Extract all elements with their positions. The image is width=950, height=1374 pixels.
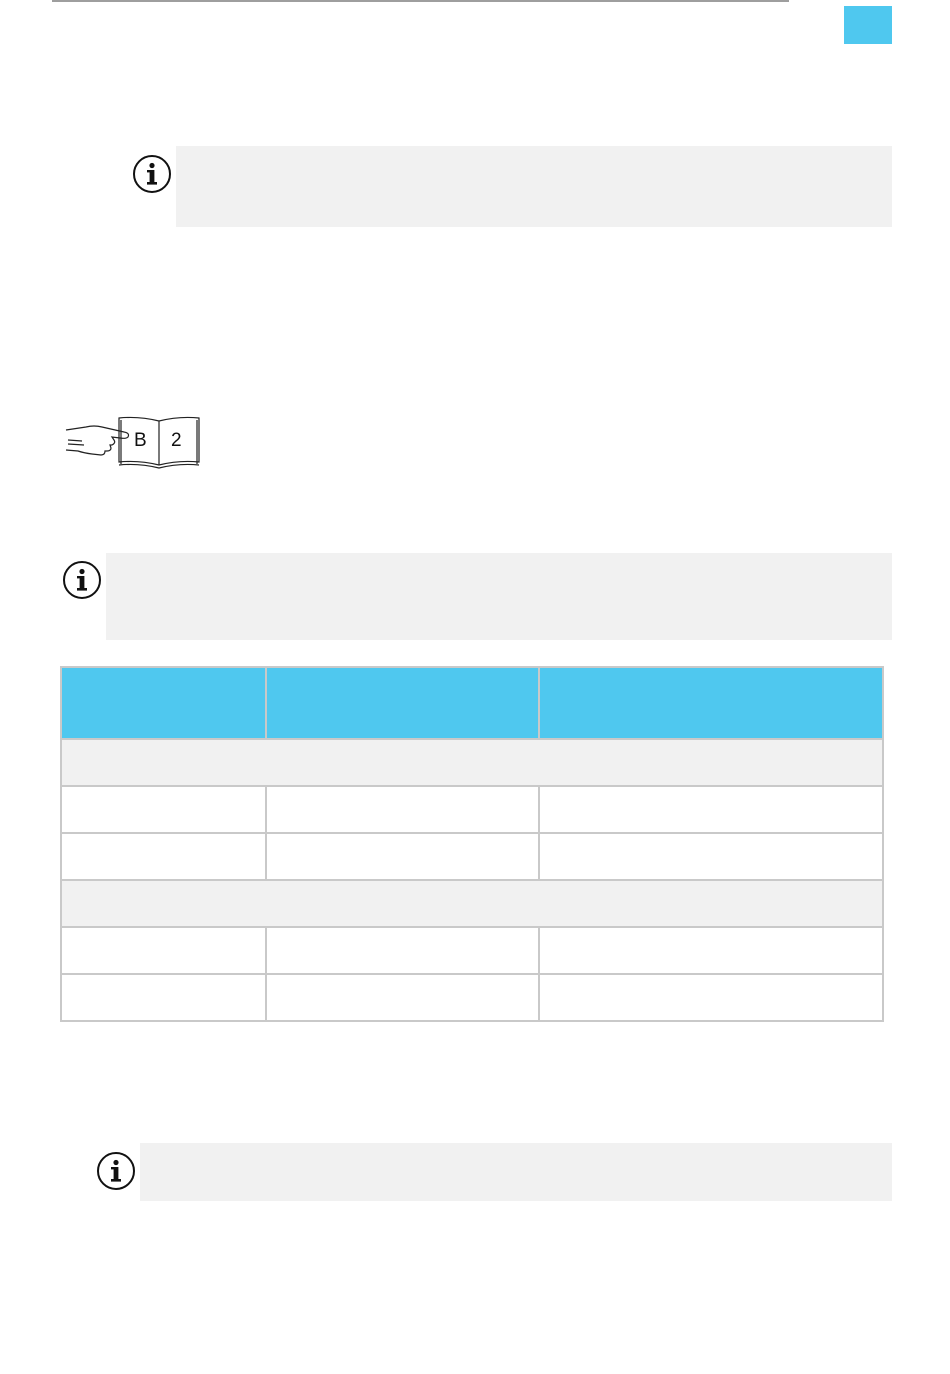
table-cell [60,832,267,881]
table-row [60,926,884,975]
note-box [176,146,892,227]
table-row [60,832,884,881]
table-cell [265,973,540,1022]
chapter-tab [844,6,892,44]
table-cell [60,926,267,975]
manual-reference-icon: B 2 [64,410,204,470]
table-header-row [60,666,884,740]
table-row [60,973,884,1022]
table-cell [538,832,884,881]
table-header-cell [265,666,540,740]
table-group-label [60,738,884,787]
table-cell [265,785,540,834]
table-cell [538,926,884,975]
note-box [140,1143,892,1201]
info-icon [96,1151,136,1191]
table-group-label [60,879,884,928]
note-box [106,553,892,640]
info-icon [132,154,172,194]
specification-table [60,666,884,1022]
info-icon [62,560,102,600]
manual-section-number: 2 [171,430,182,451]
table-cell [538,785,884,834]
header-rule [52,0,789,2]
table-header-cell [60,666,267,740]
table-group-row [60,738,884,787]
table-cell [60,973,267,1022]
table-cell [265,926,540,975]
manual-section-letter: B [134,430,147,451]
table-row [60,785,884,834]
table-cell [60,785,267,834]
table-cell [538,973,884,1022]
table-group-row [60,879,884,928]
table-cell [265,832,540,881]
table-header-cell [538,666,884,740]
